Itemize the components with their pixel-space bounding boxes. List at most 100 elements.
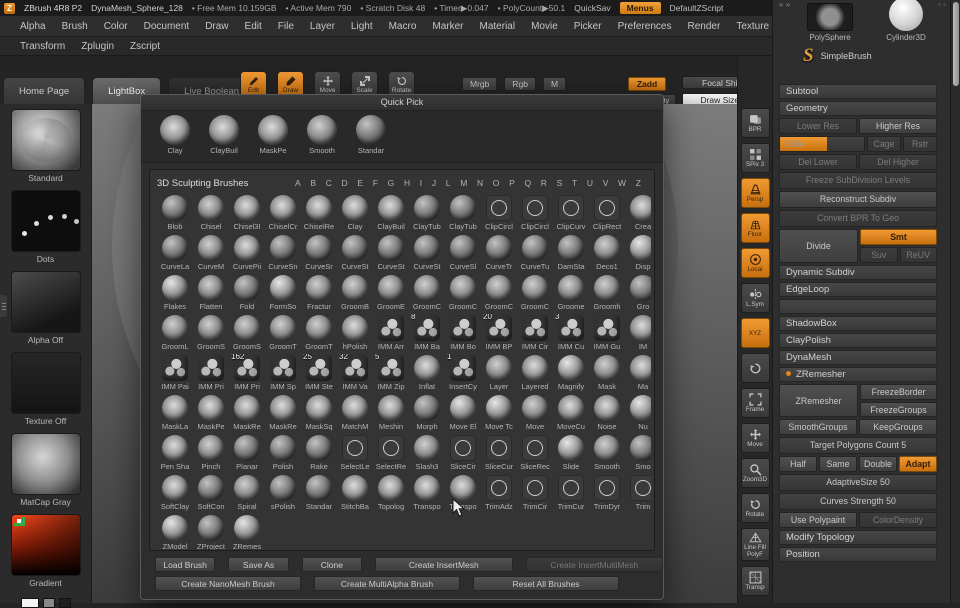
brush-groomc[interactable]: GroomC <box>445 274 481 314</box>
sdiv-slider[interactable]: SDiv <box>779 136 865 152</box>
view-line-fill-polyf[interactable]: Line Fill PolyF <box>740 528 770 561</box>
tray-toggle-handle[interactable] <box>0 295 7 317</box>
brush-claybuil[interactable]: ClayBuil <box>373 194 409 234</box>
brush-imm-pri[interactable]: 162 IMM Pri <box>229 354 265 394</box>
brush-layered[interactable]: Layered <box>517 354 553 394</box>
menu-movie[interactable]: Movie <box>523 19 566 34</box>
view-frame[interactable]: Frame <box>740 388 770 418</box>
menu-color[interactable]: Color <box>96 19 136 34</box>
brush-cliprect[interactable]: ClipRect <box>589 194 625 234</box>
scrollbar-thumb[interactable] <box>953 2 959 86</box>
brush-slash3[interactable]: Slash3 <box>409 434 445 474</box>
alphabet-letter-t[interactable]: T <box>572 178 577 188</box>
alphabet-letter-u[interactable]: U <box>587 178 593 188</box>
brush-imm-zip[interactable]: 5 IMM Zip <box>373 354 409 394</box>
view-move[interactable]: Move <box>740 423 770 453</box>
brush-move-tc[interactable]: Move Tc <box>481 394 517 434</box>
brush-clay[interactable]: Clay <box>337 194 373 234</box>
brush-disp[interactable]: Disp <box>625 234 651 274</box>
brush-imm-gu[interactable]: IMM Gu <box>589 314 625 354</box>
view-transp[interactable]: Transp <box>740 566 770 596</box>
brush-curvela[interactable]: CurveLa <box>157 234 193 274</box>
menu-brush[interactable]: Brush <box>54 19 96 34</box>
higher-res-button[interactable]: Higher Res <box>859 118 937 134</box>
button-create-multialpha-brush[interactable]: Create MultiAlpha Brush <box>314 576 460 591</box>
view-local[interactable]: Local <box>740 248 770 278</box>
brush-selectle[interactable]: SelectLe <box>337 434 373 474</box>
menu-alpha[interactable]: Alpha <box>12 19 54 34</box>
section-subtool[interactable]: Subtool <box>779 84 937 99</box>
brush-deco1[interactable]: Deco1 <box>589 234 625 274</box>
collapse-left-icon[interactable]: « » <box>779 0 790 9</box>
brush-maskre[interactable]: MaskRe <box>265 394 301 434</box>
brush-imm-sp[interactable]: IMM Sp <box>265 354 301 394</box>
brush-curvest[interactable]: CurveSt <box>409 234 445 274</box>
brush-imm-bp[interactable]: 20 IMM BP <box>481 314 517 354</box>
brush-imm-ba[interactable]: 8 IMM Ba <box>409 314 445 354</box>
alphabet-letter-j[interactable]: J <box>432 178 436 188</box>
section-edgeloop[interactable]: EdgeLoop <box>779 282 937 297</box>
brush-groomh[interactable]: Groomh <box>589 274 625 314</box>
shelf-cylinder3d[interactable]: Cylinder3D <box>875 0 937 42</box>
brush-curvest[interactable]: CurveSt <box>373 234 409 274</box>
tray-item-standard[interactable]: Standard <box>6 109 86 184</box>
swatch-white[interactable] <box>20 598 39 608</box>
smt-button[interactable]: Smt <box>860 229 937 245</box>
menu-zplugin[interactable]: Zplugin <box>73 39 122 54</box>
brush-chisel[interactable]: Chisel <box>193 194 229 234</box>
brush-flakes[interactable]: Flakes <box>157 274 193 314</box>
alphabet-letter-h[interactable]: H <box>404 178 410 188</box>
brush-groome[interactable]: Groome <box>553 274 589 314</box>
button-create-nanomesh-brush[interactable]: Create NanoMesh Brush <box>155 576 301 591</box>
alphabet-letter-v[interactable]: V <box>603 178 609 188</box>
menu-draw[interactable]: Draw <box>197 19 236 34</box>
button-load-brush[interactable]: Load Brush <box>155 557 216 572</box>
zadd-button[interactable]: Zadd <box>628 77 666 91</box>
brush-clipcircl[interactable]: ClipCircl <box>481 194 517 234</box>
section-claypolish[interactable]: ClayPolish <box>779 333 937 348</box>
brush-spolish[interactable]: sPolish <box>265 474 301 514</box>
brush-slicecir[interactable]: SliceCir <box>445 434 481 474</box>
brush-curvetu[interactable]: CurveTu <box>517 234 553 274</box>
brush-noise[interactable]: Noise <box>589 394 625 434</box>
adapt-button[interactable]: Adapt <box>899 456 937 472</box>
section-shadowbox[interactable]: ShadowBox <box>779 316 937 331</box>
brush-layer[interactable]: Layer <box>481 354 517 394</box>
brush-softclay[interactable]: SoftClay <box>157 474 193 514</box>
brush-trimcur[interactable]: TrimCur <box>553 474 589 514</box>
paint-mode-rgb[interactable]: Rgb <box>504 77 536 91</box>
brush-im[interactable]: IM <box>625 314 651 354</box>
brush-trimcir[interactable]: TrimCir <box>517 474 553 514</box>
button-save-as[interactable]: Save As <box>228 557 289 572</box>
view-persp[interactable]: Persp <box>740 178 770 208</box>
brush-claytub[interactable]: ClayTub <box>445 194 481 234</box>
brush-formso[interactable]: FormSo <box>265 274 301 314</box>
brush-chisel3i[interactable]: Chisel3I <box>229 194 265 234</box>
menu-material[interactable]: Material <box>472 19 524 34</box>
brush-smo[interactable]: Smo <box>625 434 651 474</box>
brush-pen-sha[interactable]: Pen Sha <box>157 434 193 474</box>
brush-insertcy[interactable]: 1 InsertCy <box>445 354 481 394</box>
brush-standar[interactable]: Standar <box>301 474 337 514</box>
brush-slide[interactable]: Slide <box>553 434 589 474</box>
brush-clipcurv[interactable]: ClipCurv <box>553 194 589 234</box>
alphabet-letter-w[interactable]: W <box>618 178 626 188</box>
section-position[interactable]: Position <box>779 547 937 562</box>
brush-imm-arr[interactable]: IMM Arr <box>373 314 409 354</box>
brush-curvesl[interactable]: CurveSl <box>445 234 481 274</box>
view-zoom3d[interactable]: Zoom3D <box>740 458 770 488</box>
brush-imm-cir[interactable]: IMM Cir <box>517 314 553 354</box>
tab-home-page[interactable]: Home Page <box>3 77 86 104</box>
divide-button[interactable]: Divide <box>779 229 858 263</box>
alphabet-letter-e[interactable]: E <box>357 178 363 188</box>
brush-trim[interactable]: Trim <box>625 474 651 514</box>
menu-texture[interactable]: Texture <box>728 19 777 34</box>
menu-file[interactable]: File <box>270 19 302 34</box>
brush-nu[interactable]: Nu <box>625 394 651 434</box>
curves-strength-slider[interactable]: Curves Strength 50 <box>779 493 937 510</box>
brush-groomb[interactable]: GroomB <box>337 274 373 314</box>
swatch-dark[interactable] <box>58 598 71 608</box>
brush-claytub[interactable]: ClayTub <box>409 194 445 234</box>
brush-topolog[interactable]: Topolog <box>373 474 409 514</box>
brush-blob[interactable]: Blob <box>157 194 193 234</box>
